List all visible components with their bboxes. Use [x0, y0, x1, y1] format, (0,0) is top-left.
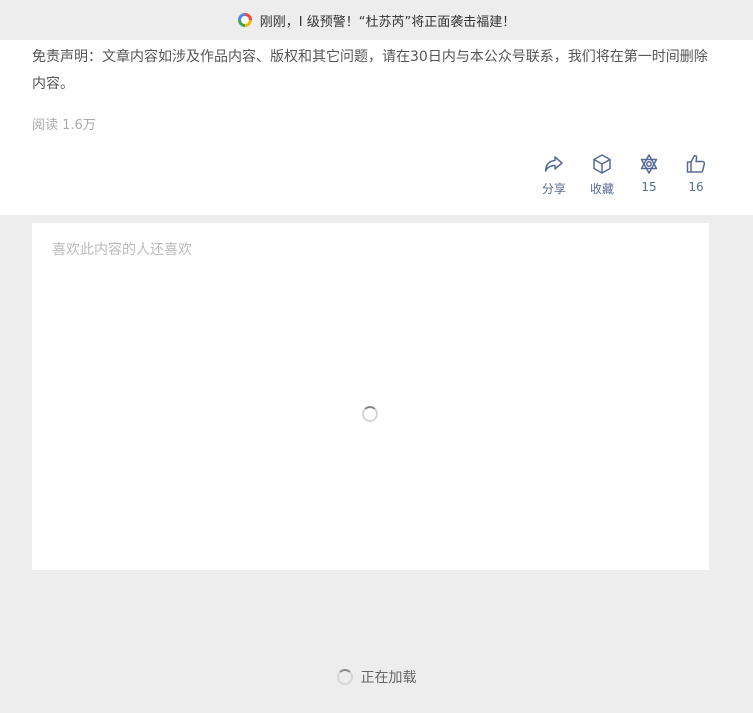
flower-icon [640, 154, 658, 174]
loading-indicator: 正在加载 [0, 665, 753, 689]
read-count: 阅读 1.6万 [32, 118, 96, 133]
share-button[interactable]: 分享 [534, 152, 574, 197]
article-footer-section: 免责声明：文章内容如涉及作品内容、版权和其它问题，请在30日内与本公众号联系，我… [0, 40, 753, 215]
loading-spinner-icon [336, 669, 353, 685]
like-button[interactable]: 16 [676, 152, 716, 194]
top-notification-bar[interactable]: 刚刚，Ⅰ 级预警！“杜苏芮”将正面袭击福建！ [0, 0, 753, 40]
flower-button[interactable]: 15 [629, 152, 669, 194]
like-count: 16 [688, 180, 704, 194]
share-icon [544, 156, 563, 172]
share-label: 分享 [541, 182, 566, 196]
app-logo-icon [237, 13, 252, 27]
favorite-label: 收藏 [589, 182, 614, 196]
flower-count: 15 [641, 180, 657, 194]
favorite-button[interactable]: 收藏 [582, 152, 622, 197]
headline-text[interactable]: 刚刚，Ⅰ 级预警！“杜苏芮”将正面袭击福建！ [260, 11, 515, 30]
loading-text: 正在加载 [360, 670, 417, 686]
disclaimer-text: 免责声明：文章内容如涉及作品内容、版权和其它问题，请在30日内与本公众号联系，我… [32, 49, 708, 92]
thumbs-up-icon [686, 154, 706, 173]
action-bar: 分享 收藏 15 16 [0, 152, 753, 202]
cube-icon [593, 154, 611, 174]
recommendation-title: 喜欢此内容的人还喜欢 [52, 242, 192, 258]
loading-spinner-icon [362, 406, 378, 422]
recommendation-panel: 喜欢此内容的人还喜欢 [32, 223, 709, 570]
